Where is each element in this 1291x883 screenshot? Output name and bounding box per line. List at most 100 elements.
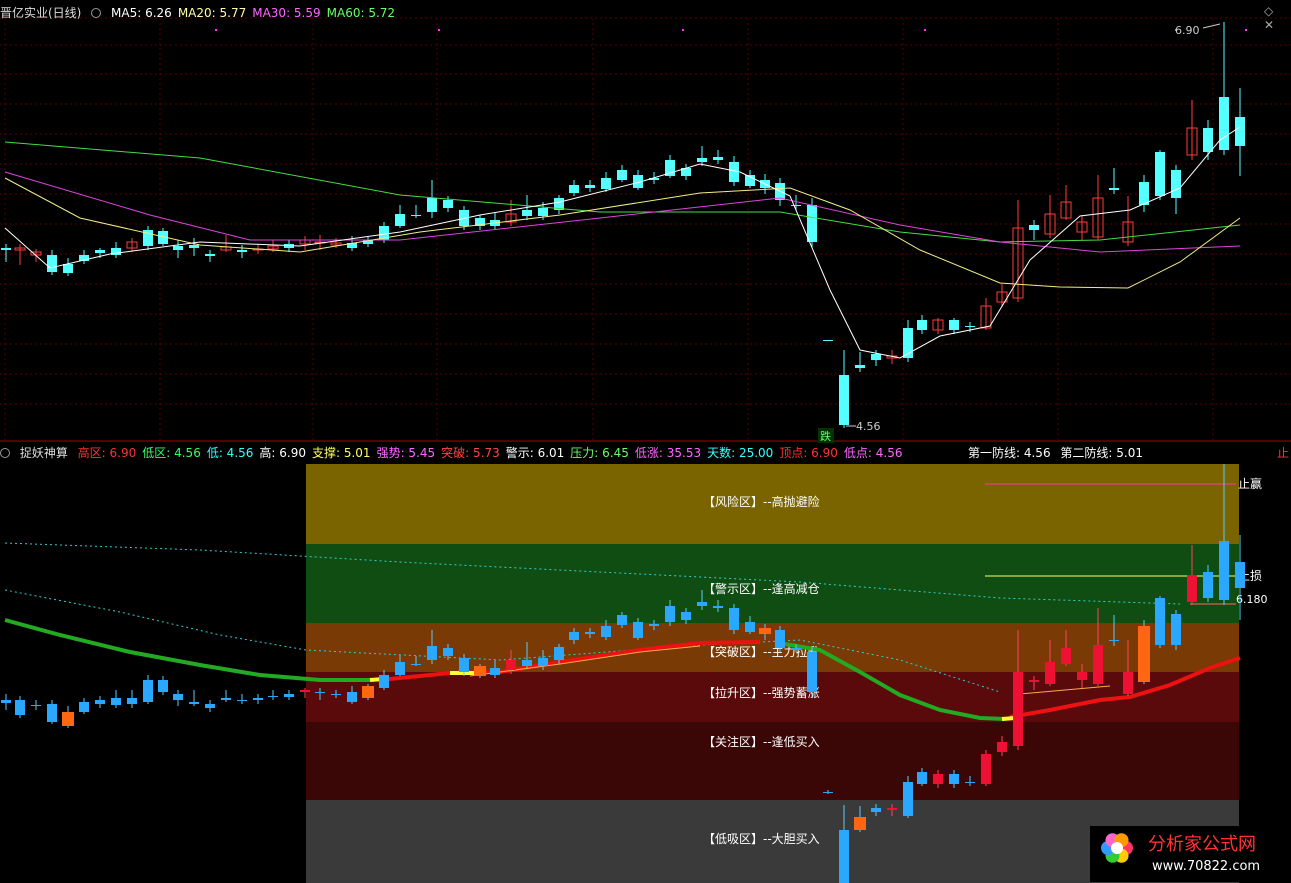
high-arrow: [1202, 23, 1221, 29]
candle-body: [1093, 645, 1103, 684]
zone-label-5: 【低吸区】--大胆买入: [703, 832, 820, 846]
candle-body: [158, 680, 168, 692]
candle-body: [538, 208, 548, 216]
candle-body: [1235, 117, 1245, 146]
candle-body: [173, 694, 183, 700]
close-icon[interactable]: ✕: [1264, 18, 1274, 32]
candle-body: [411, 215, 421, 216]
indicator-6: 突破: 5.73: [441, 446, 500, 460]
candle-body: [1077, 672, 1087, 680]
candle-body: [681, 612, 691, 620]
zone-label-3: 【拉升区】--强势蓄涨: [703, 685, 820, 700]
candle-body: [95, 700, 105, 704]
zone-label-1: 【警示区】--逢高减仓: [703, 581, 820, 596]
marker-dot: [1245, 29, 1247, 31]
candle-body: [506, 660, 516, 670]
special-candle: [362, 686, 374, 698]
candle-body: [633, 622, 643, 638]
candle-body: [221, 698, 231, 700]
candle-body: [79, 702, 89, 712]
candle-body: [807, 205, 817, 242]
candle-body: [111, 698, 121, 705]
indicator-8: 压力: 6.45: [570, 446, 629, 460]
candle-body: [949, 774, 959, 784]
candle-body: [965, 782, 975, 783]
diamond-icon[interactable]: ◇: [1264, 4, 1273, 18]
candle-body: [237, 250, 247, 252]
candle-body: [173, 246, 183, 250]
candle-body: [1029, 680, 1039, 682]
indicator-0: 高区: 6.90: [77, 446, 137, 460]
candle-body: [522, 660, 532, 666]
candle-body: [1061, 648, 1071, 664]
indicator-9: 低涨: 35.53: [634, 446, 702, 460]
candle-body: [585, 632, 595, 634]
candle-body: [585, 185, 595, 188]
candle-body: [823, 792, 833, 793]
candle-body: [490, 668, 500, 675]
candle-body: [871, 354, 881, 360]
indicator-3: 高: 6.90: [259, 446, 306, 460]
candle-body: [855, 365, 865, 368]
indicator-1: MA20: 5.77: [177, 6, 247, 20]
fib-label: 6.180: [1236, 593, 1268, 606]
candle-body: [665, 606, 675, 622]
candle-body: [395, 662, 405, 675]
candle-body: [903, 782, 913, 816]
candle-body: [284, 694, 294, 697]
special-candle: [759, 628, 771, 634]
candle-body: [411, 664, 421, 665]
candle-body: [1045, 662, 1055, 684]
candle-body: [791, 205, 801, 206]
indicator-4: 支撑: 5.01: [311, 446, 371, 460]
watermark-title: 分析家公式网: [1148, 834, 1256, 855]
indicator-3: MA60: 5.72: [326, 6, 396, 20]
indicator-1: 低区: 4.56: [142, 446, 201, 460]
candle-body: [95, 250, 105, 253]
candle-body: [331, 694, 341, 695]
candle-body: [745, 622, 755, 632]
candle-body: [237, 700, 247, 701]
candle-body: [127, 698, 137, 704]
candle-body: [63, 264, 73, 273]
candle-body: [31, 705, 41, 706]
candle-body: [1219, 97, 1229, 150]
indicator-11: 顶点: 6.90: [779, 446, 838, 460]
fall-tag: 跌: [820, 429, 831, 443]
candle-body: [917, 320, 927, 330]
top-right-controls: ◇ ✕: [1258, 4, 1291, 32]
settings-dot-icon[interactable]: [0, 448, 10, 458]
marker-dot: [438, 29, 440, 31]
candle-body: [1219, 541, 1229, 600]
candle-body: [601, 178, 611, 189]
low-price-label: 4.56: [856, 420, 881, 433]
candle-body: [569, 185, 579, 193]
candle-body: [965, 326, 975, 327]
marker-dot: [682, 29, 684, 31]
indicator-2: MA30: 5.59: [252, 6, 321, 20]
candle-body: [1139, 182, 1149, 205]
take-profit-label: 止赢: [1238, 476, 1262, 491]
candle-body: [997, 742, 1007, 752]
candle-body: [1123, 672, 1133, 694]
candle-body: [649, 624, 659, 626]
candle-body: [427, 646, 437, 660]
candle-body: [617, 615, 627, 625]
candle-body: [205, 254, 215, 256]
candle-body: [395, 214, 405, 226]
indicator-12: 低点: 4.56: [843, 446, 903, 460]
special-candle: [62, 712, 74, 726]
candle-body: [839, 375, 849, 425]
candle-body: [47, 255, 57, 272]
settings-dot-icon[interactable]: [91, 8, 102, 18]
candle-body: [1187, 575, 1197, 602]
stop-icon: 止: [1277, 446, 1290, 460]
defense-line-2: 第二防线: 5.01: [1060, 446, 1143, 460]
candle-body: [1013, 672, 1023, 746]
candle-body: [268, 696, 278, 697]
candle-body: [933, 774, 943, 784]
candle-body: [443, 648, 453, 656]
chart-canvas[interactable]: 6.904.56跌【风险区】--高抛避险【警示区】--逢高减仓【突破区】--主力…: [0, 0, 1291, 883]
indicator-5: 强势: 5.45: [376, 446, 436, 460]
candle-body: [1029, 225, 1039, 230]
